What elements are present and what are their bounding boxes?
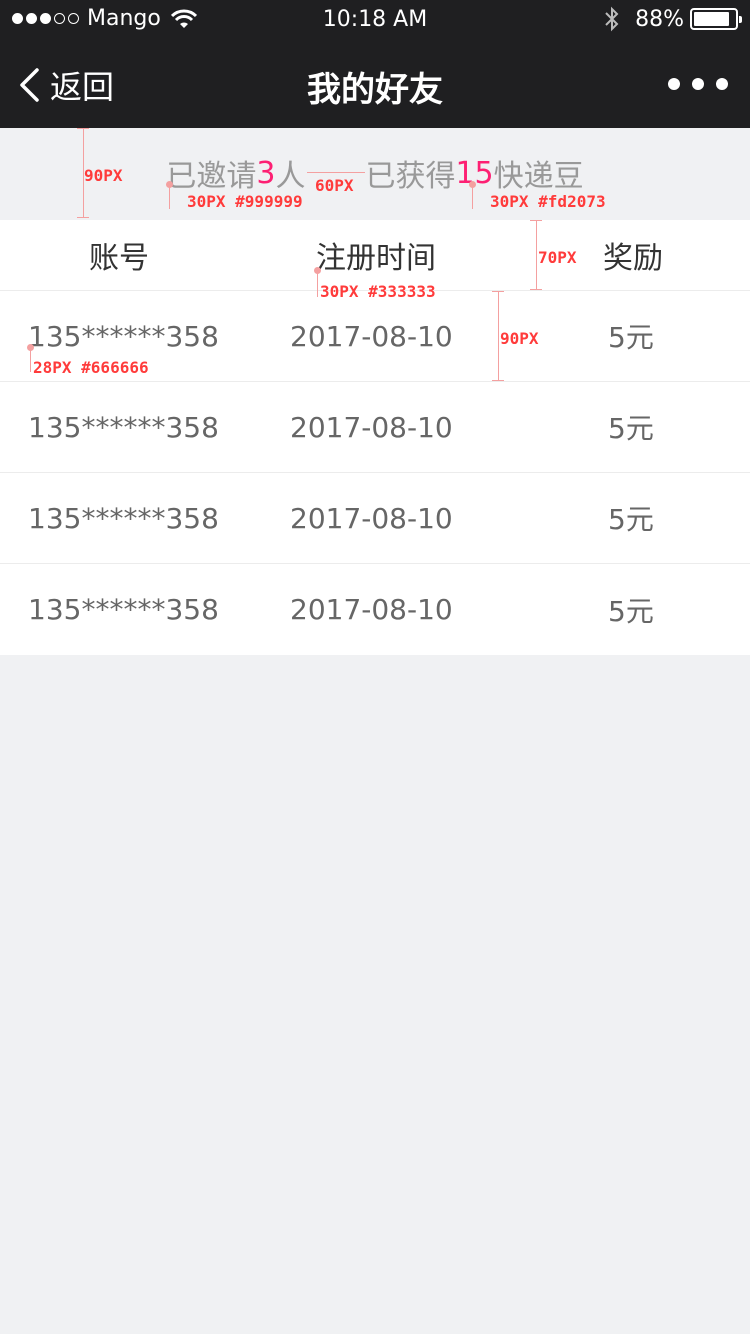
cell-account: 135******358: [28, 593, 219, 626]
header-register-time: 注册时间: [316, 241, 436, 276]
summary-height-tick: [77, 217, 89, 218]
row-height-line: [498, 291, 499, 381]
table-header: 账号 注册时间 奖励: [0, 220, 750, 291]
row-spec-label: 28PX #666666: [33, 358, 149, 377]
earned-suffix: 快递豆: [493, 159, 584, 194]
row-height-tick: [492, 291, 504, 292]
cell-reward: 5元: [608, 412, 654, 445]
cell-reward: 5元: [608, 503, 654, 536]
more-dot: [668, 78, 680, 90]
invited-suffix: 人: [275, 159, 306, 194]
pink-spec-line: [472, 185, 473, 209]
battery-tip: [739, 16, 742, 23]
table-row: 135******358 2017-08-10 5元: [0, 382, 750, 473]
invited-count: 3: [256, 155, 276, 191]
bluetooth-icon: [605, 6, 619, 32]
summary-height-tick: [77, 128, 89, 129]
summary-height-label: 90PX: [84, 166, 123, 185]
header-height-label: 70PX: [538, 248, 577, 267]
summary-gap-label: 60PX: [315, 176, 354, 195]
battery-percent: 88%: [635, 6, 684, 32]
nav-bar: 返回 我的好友: [0, 40, 750, 128]
cell-register-time: 2017-08-10: [290, 501, 453, 535]
battery-fill: [694, 12, 730, 26]
row-height-tick: [492, 380, 504, 381]
cell-reward: 5元: [608, 321, 654, 354]
cell-register-time: 2017-08-10: [290, 319, 453, 353]
row-spec-line: [30, 348, 31, 372]
header-reward: 奖励: [603, 241, 663, 276]
gray-spec-label: 30PX #999999: [187, 192, 303, 211]
gray-spec-line: [169, 185, 170, 209]
header-account: 账号: [89, 241, 149, 276]
table-row: 135******358 2017-08-10 5元: [0, 473, 750, 564]
header-height-tick: [530, 289, 542, 290]
row-height-label: 90PX: [500, 329, 539, 348]
cell-register-time: 2017-08-10: [290, 593, 453, 626]
status-bar: Mango 10:18 AM 88%: [0, 0, 750, 40]
invited-prefix: 已邀请: [166, 159, 257, 194]
header-height-tick: [530, 220, 542, 221]
cell-account: 135******358: [28, 501, 219, 535]
header-height-line: [536, 220, 537, 290]
cell-reward: 5元: [608, 594, 654, 628]
more-dots-icon[interactable]: [668, 78, 728, 90]
page-title: 我的好友: [307, 70, 443, 110]
earned-prefix: 已获得: [365, 159, 456, 194]
more-dot: [716, 78, 728, 90]
summary-gap-line: [307, 172, 365, 173]
cell-account: 135******358: [28, 410, 219, 444]
table-row: 135******358 2017-08-10 5元: [0, 564, 750, 655]
battery-icon: [690, 8, 742, 30]
status-right: 88%: [603, 6, 742, 32]
header-spec-line: [317, 271, 318, 297]
pink-spec-label: 30PX #fd2073: [490, 192, 606, 211]
header-spec-label: 30PX #333333: [320, 282, 436, 301]
more-dot: [692, 78, 704, 90]
cell-register-time: 2017-08-10: [290, 410, 453, 444]
